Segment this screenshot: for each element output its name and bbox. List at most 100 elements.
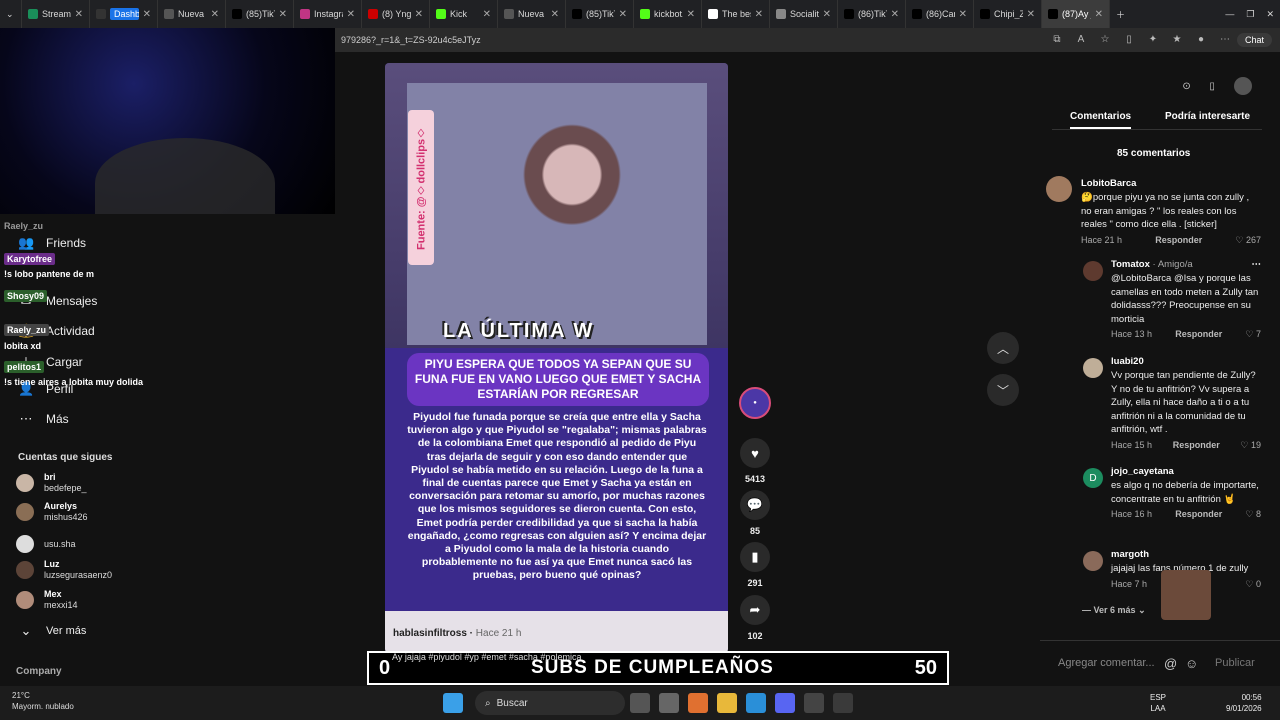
browser-tab[interactable]: (87)Ay ja ✕ — [1042, 0, 1110, 28]
close-tab-icon[interactable]: ✕ — [551, 9, 559, 20]
obs-icon[interactable] — [832, 693, 853, 713]
url-text[interactable]: 979286?_r=1&_t=ZS-92u4c5eJTyz — [335, 35, 1045, 45]
nav-friends[interactable]: 👥 Friends — [18, 235, 86, 251]
browser-tab[interactable]: Socialite ✕ — [770, 0, 838, 28]
discord-icon[interactable] — [774, 693, 795, 713]
maximize-button[interactable]: ❐ — [1240, 0, 1260, 28]
taskbar-search[interactable]: ⌕ Buscar — [475, 691, 625, 715]
like-comment-button[interactable]: ♡ 8 — [1245, 509, 1261, 520]
browser-tab[interactable]: (8) Yng L ✕ — [362, 0, 430, 28]
browser-tab[interactable]: (86)Cam ✕ — [906, 0, 974, 28]
close-tab-icon[interactable]: ✕ — [1095, 9, 1103, 20]
app-icon[interactable] — [803, 693, 824, 713]
comment-user[interactable]: Tomatox — [1111, 259, 1150, 270]
system-clock[interactable]: 00:56 9/01/2026 — [1226, 692, 1262, 714]
company-link[interactable]: Company — [16, 666, 62, 677]
close-tab-icon[interactable]: ✕ — [415, 9, 423, 20]
close-tab-icon[interactable]: ✕ — [891, 9, 899, 20]
reply-button[interactable]: Responder — [1173, 440, 1220, 451]
edge-icon[interactable] — [745, 693, 766, 713]
save-action[interactable]: ▮ 291 — [740, 542, 770, 588]
like-comment-button[interactable]: ♡ 0 — [1245, 579, 1261, 590]
store-icon[interactable] — [658, 693, 679, 713]
comment-user[interactable]: luabi20 — [1111, 356, 1261, 367]
next-video-button[interactable]: ﹀ — [987, 374, 1019, 406]
previous-video-button[interactable]: ︿ — [987, 332, 1019, 364]
nav-more[interactable]: ⋯ Más — [18, 411, 69, 427]
browser-tab[interactable]: (86)TikTo ✕ — [838, 0, 906, 28]
more-menu-icon[interactable]: ⋯ — [1218, 33, 1232, 47]
start-icon[interactable] — [442, 693, 463, 713]
close-tab-icon[interactable]: ✕ — [619, 9, 627, 20]
browser-tab[interactable]: The best ✕ — [702, 0, 770, 28]
profile-avatar-icon[interactable]: ● — [1194, 33, 1208, 47]
comment-action[interactable]: 💬 85 — [740, 490, 770, 536]
close-tab-icon[interactable]: ✕ — [143, 9, 151, 20]
minimize-button[interactable]: — — [1219, 0, 1240, 28]
video-author[interactable]: hablasinfiltross · Hace 21 h — [393, 628, 521, 639]
following-item[interactable]: Luz luzsegurasaenz0 — [16, 559, 112, 581]
more-options-icon[interactable]: ⋯ — [1252, 259, 1262, 270]
following-item[interactable]: Aurelys mishus426 — [16, 501, 88, 523]
open-in-app-icon[interactable]: ⧉ — [1050, 33, 1064, 47]
close-tab-icon[interactable]: ✕ — [347, 9, 355, 20]
language-indicator[interactable]: ESP LAA — [1150, 692, 1166, 714]
favorite-star-icon[interactable]: ☆ — [1098, 33, 1112, 47]
address-bar[interactable]: 979286?_r=1&_t=ZS-92u4c5eJTyz ⧉ A ☆ ▯ ✦ … — [335, 28, 1280, 52]
channel-avatar[interactable]: ● — [739, 387, 771, 419]
browser-tab[interactable]: kickbot.c ✕ — [634, 0, 702, 28]
publish-button[interactable]: Publicar — [1215, 657, 1255, 669]
close-tab-icon[interactable]: ✕ — [75, 9, 83, 20]
browser-tab[interactable]: Nueva pe ✕ — [158, 0, 226, 28]
browser-tab[interactable]: Dashboard ✕ — [90, 0, 158, 28]
close-tab-icon[interactable]: ✕ — [959, 9, 967, 20]
settings-icon[interactable]: ⊙ — [1182, 81, 1190, 92]
browser-tab[interactable]: (85)TikTo ✕ — [226, 0, 294, 28]
browser-tab[interactable]: Chipi_Ze ✕ — [974, 0, 1042, 28]
file-explorer-icon[interactable] — [716, 693, 737, 713]
reply-button[interactable]: Responder — [1175, 329, 1222, 340]
split-screen-icon[interactable]: ▯ — [1122, 33, 1136, 47]
comment-user[interactable]: LobitoBarca — [1081, 178, 1261, 189]
following-item[interactable]: Mex mexxi14 — [16, 589, 78, 611]
comment-user[interactable]: jojo_cayetana — [1111, 466, 1261, 477]
share-action[interactable]: ➦ 102 — [740, 595, 770, 641]
emoji-icon[interactable]: ☺ — [1185, 656, 1198, 671]
tab-interest[interactable]: Podría interesarte — [1165, 111, 1250, 122]
favorites-icon[interactable]: ★ — [1170, 33, 1184, 47]
user-avatar-icon[interactable] — [1233, 77, 1252, 95]
like-comment-button[interactable]: ♡ 19 — [1240, 440, 1261, 451]
reply-button[interactable]: Responder — [1175, 509, 1222, 520]
close-tab-icon[interactable]: ✕ — [687, 9, 695, 20]
browser-tab[interactable]: Nueva pe ✕ — [498, 0, 566, 28]
browser-tab[interactable]: Kick ✕ — [430, 0, 498, 28]
close-window-button[interactable]: ✕ — [1260, 0, 1280, 28]
add-comment-input[interactable]: Agregar comentar... — [1058, 657, 1155, 669]
tab-list-button[interactable]: ⌄ — [0, 0, 22, 28]
copilot-icon[interactable] — [687, 693, 708, 713]
reply-button[interactable]: Responder — [1155, 235, 1202, 246]
extensions-icon[interactable]: ✦ — [1146, 33, 1160, 47]
following-item[interactable]: bri bedefepe_ — [16, 472, 87, 494]
task-view-icon[interactable] — [629, 693, 650, 713]
close-tab-icon[interactable]: ✕ — [823, 9, 831, 20]
mention-icon[interactable]: @ — [1164, 656, 1177, 671]
browser-tab[interactable]: Stream ✕ — [22, 0, 90, 28]
browser-tab[interactable]: Instagram ✕ — [294, 0, 362, 28]
browser-tab[interactable]: (85)TikTo ✕ — [566, 0, 634, 28]
see-more-replies[interactable]: ― Ver 6 más ⌄ — [1082, 605, 1146, 616]
close-tab-icon[interactable]: ✕ — [483, 9, 491, 20]
close-tab-icon[interactable]: ✕ — [211, 9, 219, 20]
like-comment-button[interactable]: ♡ 7 — [1245, 329, 1261, 340]
weather-widget[interactable]: 21°C Mayorm. nublado — [12, 690, 74, 712]
close-tab-icon[interactable]: ✕ — [755, 9, 763, 20]
new-tab-button[interactable]: ＋ — [1110, 0, 1138, 28]
see-more-following[interactable]: ⌄ Ver más — [18, 623, 87, 639]
like-action[interactable]: ♥ 5413 — [740, 438, 770, 484]
copilot-chat-button[interactable]: Chat — [1236, 33, 1272, 47]
following-item[interactable]: usu.sha — [16, 535, 76, 553]
like-comment-button[interactable]: ♡ 267 — [1235, 235, 1261, 246]
tab-comments[interactable]: Comentarios — [1070, 111, 1132, 129]
close-tab-icon[interactable]: ✕ — [279, 9, 287, 20]
device-icon[interactable]: ▯ — [1209, 81, 1215, 92]
